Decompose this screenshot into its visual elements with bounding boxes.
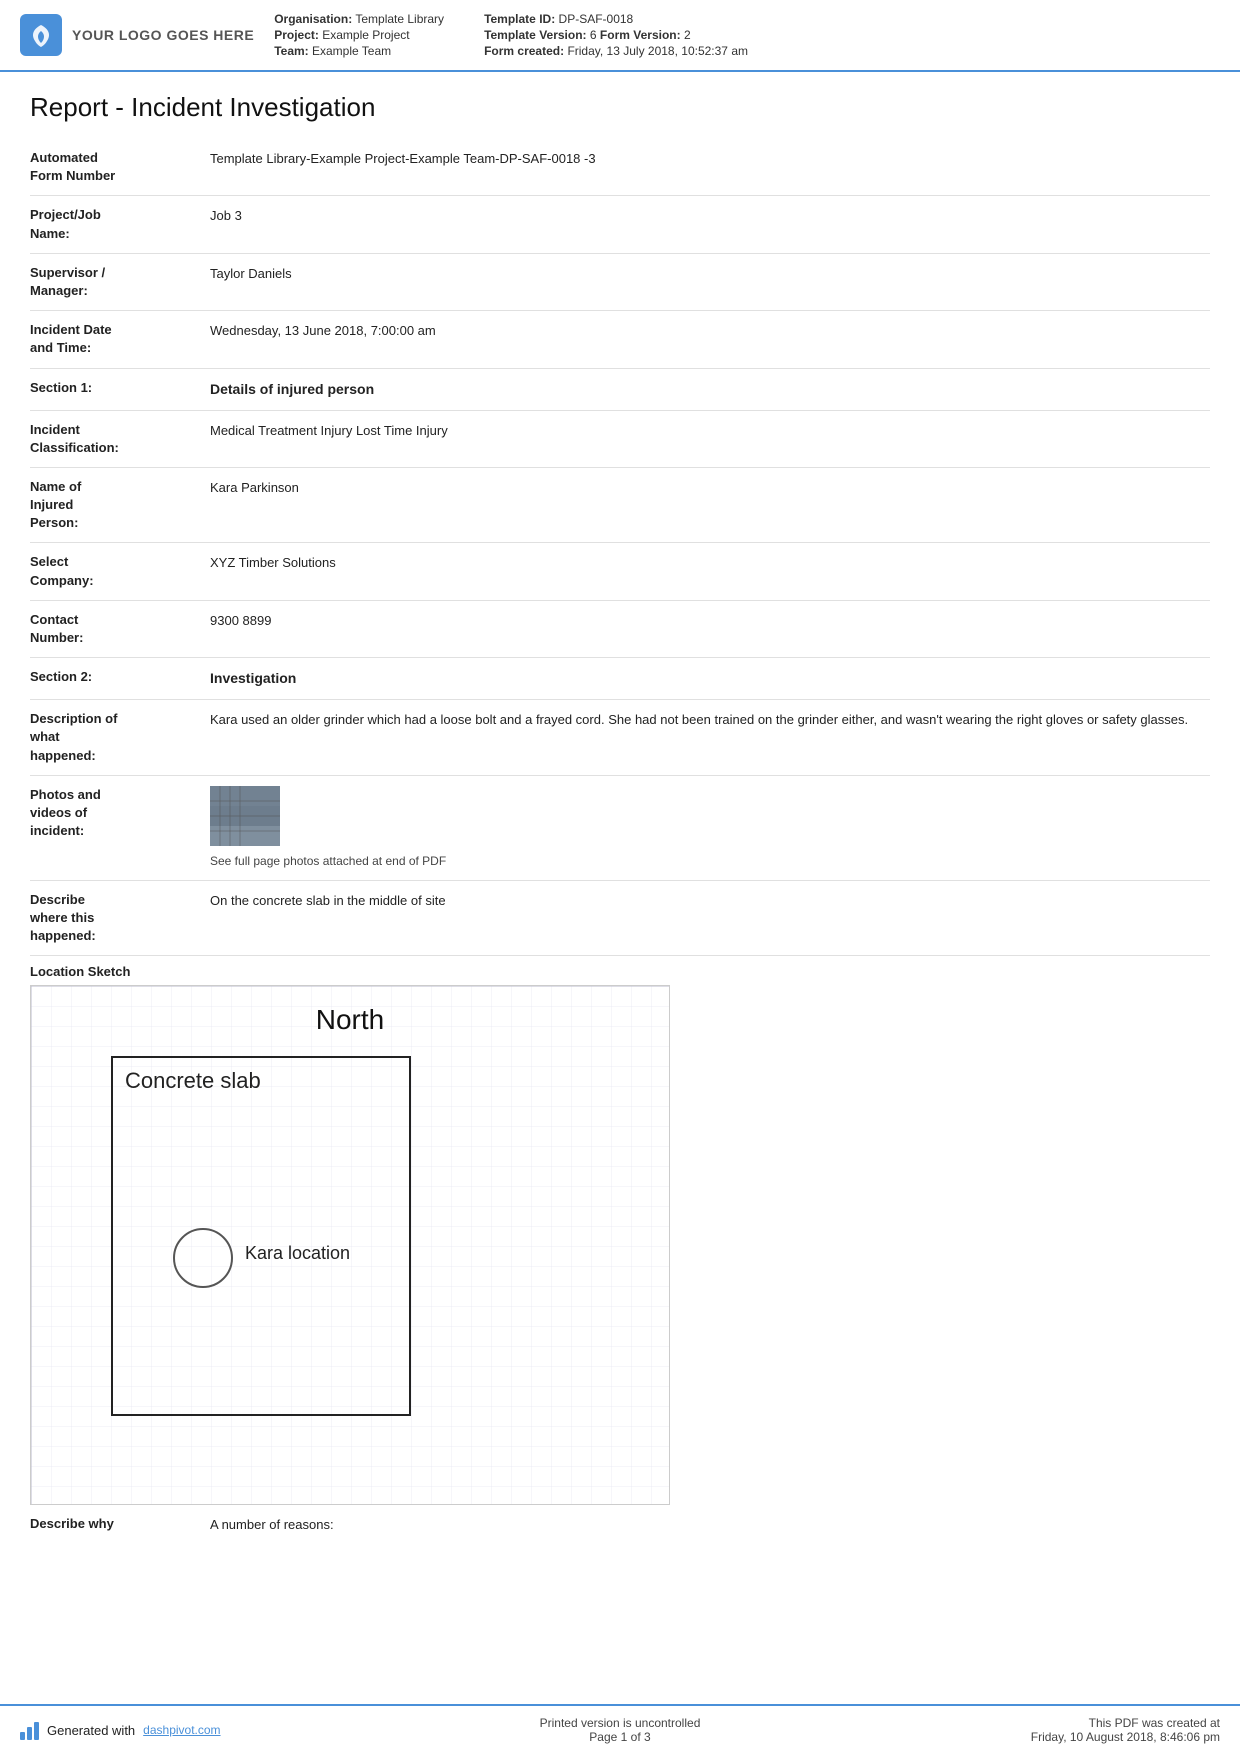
org-line: Organisation: Template Library xyxy=(274,12,444,26)
project-line: Project: Example Project xyxy=(274,28,444,42)
field-describe-why: Describe why A number of reasons: xyxy=(30,1505,1210,1545)
field-value-contact: 9300 8899 xyxy=(210,611,1210,647)
field-label-injured: Name ofInjuredPerson: xyxy=(30,478,210,533)
field-label-project: Project/JobName: xyxy=(30,206,210,242)
field-section1: Section 1: Details of injured person xyxy=(30,369,1210,411)
field-value-where: On the concrete slab in the middle of si… xyxy=(210,891,1210,946)
footer: Generated with dashpivot.com Printed ver… xyxy=(0,1704,1240,1754)
field-label-section1: Section 1: xyxy=(30,379,210,400)
field-incident-date: Incident Dateand Time: Wednesday, 13 Jun… xyxy=(30,311,1210,368)
field-value-section1: Details of injured person xyxy=(210,379,1210,400)
field-label-classification: IncidentClassification: xyxy=(30,421,210,457)
main-content: Report - Incident Investigation Automate… xyxy=(0,72,1240,1625)
field-label-why: Describe why xyxy=(30,1515,210,1535)
field-photos: Photos andvideos ofincident: xyxy=(30,776,1210,881)
field-label-contact: ContactNumber: xyxy=(30,611,210,647)
photo-thumbnail xyxy=(210,786,280,846)
field-supervisor: Supervisor /Manager: Taylor Daniels xyxy=(30,254,1210,311)
field-describe-where: Describewhere thishappened: On the concr… xyxy=(30,881,1210,957)
field-injured-person: Name ofInjuredPerson: Kara Parkinson xyxy=(30,468,1210,544)
field-value-classification: Medical Treatment Injury Lost Time Injur… xyxy=(210,421,1210,457)
header-meta-right: Template ID: DP-SAF-0018 Template Versio… xyxy=(484,12,748,58)
footer-link[interactable]: dashpivot.com xyxy=(143,1723,220,1737)
field-value-photos: See full page photos attached at end of … xyxy=(210,786,1210,870)
field-label-photos: Photos andvideos ofincident: xyxy=(30,786,210,870)
bar-3 xyxy=(34,1722,39,1740)
sketch-kara-circle xyxy=(173,1228,233,1288)
field-value-company: XYZ Timber Solutions xyxy=(210,553,1210,589)
form-created-line: Form created: Friday, 13 July 2018, 10:5… xyxy=(484,44,748,58)
field-value-injured: Kara Parkinson xyxy=(210,478,1210,533)
field-section2: Section 2: Investigation xyxy=(30,658,1210,700)
field-automated-form-number: AutomatedForm Number Template Library-Ex… xyxy=(30,139,1210,196)
template-id-line: Template ID: DP-SAF-0018 xyxy=(484,12,748,26)
sketch-section: Location Sketch North Concrete slab xyxy=(30,964,1210,1505)
field-incident-classification: IncidentClassification: Medical Treatmen… xyxy=(30,411,1210,468)
field-label-automated: AutomatedForm Number xyxy=(30,149,210,185)
team-line: Team: Example Team xyxy=(274,44,444,58)
template-version-line: Template Version: 6 Form Version: 2 xyxy=(484,28,748,42)
header-meta: Organisation: Template Library Project: … xyxy=(274,12,1220,58)
header: YOUR LOGO GOES HERE Organisation: Templa… xyxy=(0,0,1240,72)
header-meta-left: Organisation: Template Library Project: … xyxy=(274,12,444,58)
field-contact: ContactNumber: 9300 8899 xyxy=(30,601,1210,658)
field-label-section2: Section 2: xyxy=(30,668,210,689)
bar-1 xyxy=(20,1732,25,1740)
sketch-kara-label: Kara location xyxy=(245,1243,350,1264)
footer-center: Printed version is uncontrolled Page 1 o… xyxy=(420,1716,820,1744)
field-value-why: A number of reasons: xyxy=(210,1515,1210,1535)
field-value-incident-date: Wednesday, 13 June 2018, 7:00:00 am xyxy=(210,321,1210,357)
footer-right: This PDF was created at Friday, 10 Augus… xyxy=(820,1716,1220,1744)
sketch-container: North Concrete slab Kara location xyxy=(30,985,670,1505)
bar-2 xyxy=(27,1727,32,1740)
sketch-concrete-label: Concrete slab xyxy=(125,1068,261,1094)
field-value-automated: Template Library-Example Project-Example… xyxy=(210,149,1210,185)
photo-caption: See full page photos attached at end of … xyxy=(210,852,1210,870)
logo-text: YOUR LOGO GOES HERE xyxy=(72,27,254,43)
field-label-description: Description ofwhathappened: xyxy=(30,710,210,765)
sketch-north-label: North xyxy=(316,1004,384,1036)
sketch-label: Location Sketch xyxy=(30,964,1210,979)
field-value-supervisor: Taylor Daniels xyxy=(210,264,1210,300)
field-value-project: Job 3 xyxy=(210,206,1210,242)
footer-left: Generated with dashpivot.com xyxy=(20,1720,420,1740)
field-value-description: Kara used an older grinder which had a l… xyxy=(210,710,1210,765)
field-label-supervisor: Supervisor /Manager: xyxy=(30,264,210,300)
sketch-inner-box: Concrete slab Kara location xyxy=(111,1056,411,1416)
field-label-company: SelectCompany: xyxy=(30,553,210,589)
field-project-job: Project/JobName: Job 3 xyxy=(30,196,1210,253)
field-company: SelectCompany: XYZ Timber Solutions xyxy=(30,543,1210,600)
logo-area: YOUR LOGO GOES HERE xyxy=(20,12,254,58)
field-value-section2: Investigation xyxy=(210,668,1210,689)
footer-generated-text: Generated with xyxy=(47,1723,135,1738)
footer-logo-bars xyxy=(20,1720,39,1740)
field-label-incident-date: Incident Dateand Time: xyxy=(30,321,210,357)
field-label-where: Describewhere thishappened: xyxy=(30,891,210,946)
logo-icon xyxy=(20,14,62,56)
field-description: Description ofwhathappened: Kara used an… xyxy=(30,700,1210,776)
report-title: Report - Incident Investigation xyxy=(30,92,1210,123)
